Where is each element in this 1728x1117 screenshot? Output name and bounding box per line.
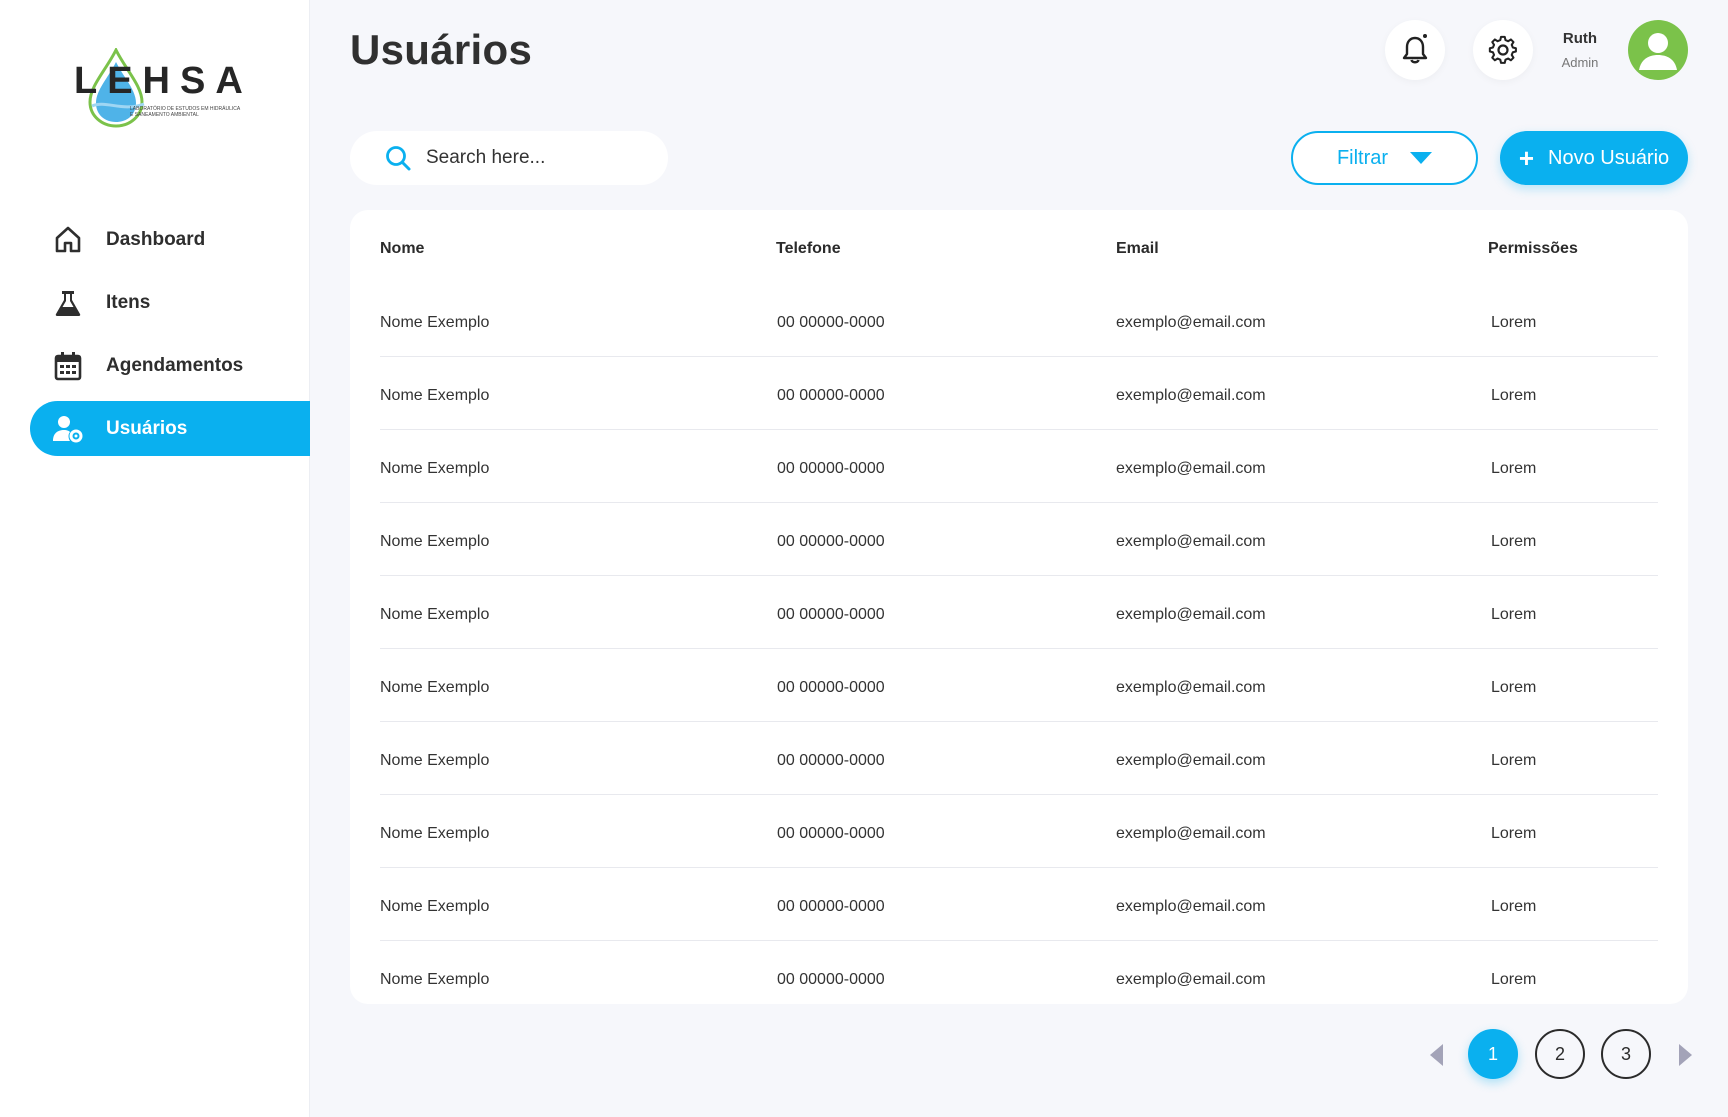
- table-row[interactable]: Nome Exemplo 00 00000-0000 exemplo@email…: [380, 284, 1658, 357]
- cell-telefone: 00 00000-0000: [777, 898, 885, 915]
- sidebar-item-label: Dashboard: [106, 228, 206, 250]
- cell-nome: Nome Exemplo: [380, 314, 490, 331]
- home-icon: [52, 224, 84, 256]
- next-page-icon[interactable]: [1679, 1044, 1692, 1066]
- cell-telefone: 00 00000-0000: [777, 460, 885, 477]
- cell-nome: Nome Exemplo: [380, 460, 490, 477]
- column-header-nome[interactable]: Nome: [380, 240, 424, 258]
- table-row[interactable]: Nome Exemplo 00 00000-0000 exemplo@email…: [380, 868, 1658, 941]
- cell-telefone: 00 00000-0000: [777, 533, 885, 550]
- notification-dot: [1421, 32, 1429, 40]
- filter-button[interactable]: Filtrar: [1291, 131, 1478, 185]
- flask-icon: [52, 287, 84, 319]
- avatar[interactable]: [1628, 20, 1688, 80]
- cell-email: exemplo@email.com: [1116, 898, 1266, 915]
- cell-permissoes: Lorem: [1491, 314, 1537, 331]
- table-row[interactable]: Nome Exemplo 00 00000-0000 exemplo@email…: [380, 503, 1658, 576]
- cell-email: exemplo@email.com: [1116, 679, 1266, 696]
- cell-nome: Nome Exemplo: [380, 679, 490, 696]
- cell-email: exemplo@email.com: [1116, 533, 1266, 550]
- cell-permissoes: Lorem: [1491, 460, 1537, 477]
- cell-nome: Nome Exemplo: [380, 387, 490, 404]
- cell-email: exemplo@email.com: [1116, 387, 1266, 404]
- search-input[interactable]: [426, 147, 646, 169]
- user-role: Admin: [1561, 55, 1599, 70]
- cell-telefone: 00 00000-0000: [777, 679, 885, 696]
- cell-telefone: 00 00000-0000: [777, 971, 885, 988]
- logo-subtitle: LABORATÓRIO DE ESTUDOS EM HIDRÁULICA E S…: [130, 106, 240, 118]
- lehsa-logo[interactable]: LEHSA LABORATÓRIO DE ESTUDOS EM HIDRÁULI…: [74, 48, 244, 130]
- cell-email: exemplo@email.com: [1116, 752, 1266, 769]
- cell-nome: Nome Exemplo: [380, 606, 490, 623]
- cell-nome: Nome Exemplo: [380, 533, 490, 550]
- sidebar-nav: Dashboard Itens Agendamentos Usuários: [30, 212, 310, 464]
- user-gear-icon: [52, 413, 84, 445]
- cell-nome: Nome Exemplo: [380, 752, 490, 769]
- plus-icon: +: [1518, 143, 1534, 173]
- cell-telefone: 00 00000-0000: [777, 752, 885, 769]
- table-row[interactable]: Nome Exemplo 00 00000-0000 exemplo@email…: [380, 430, 1658, 503]
- cell-permissoes: Lorem: [1491, 971, 1537, 988]
- cell-nome: Nome Exemplo: [380, 971, 490, 988]
- column-header-permissoes[interactable]: Permissões: [1488, 240, 1578, 258]
- column-header-email[interactable]: Email: [1116, 240, 1159, 258]
- column-header-telefone[interactable]: Telefone: [776, 240, 841, 258]
- new-user-button[interactable]: + Novo Usuário: [1500, 131, 1688, 185]
- sidebar-item-label: Agendamentos: [106, 354, 244, 376]
- table-row[interactable]: Nome Exemplo 00 00000-0000 exemplo@email…: [380, 649, 1658, 722]
- cell-email: exemplo@email.com: [1116, 314, 1266, 331]
- notifications-button[interactable]: [1385, 20, 1445, 80]
- settings-button[interactable]: [1473, 20, 1533, 80]
- sidebar-item-label: Usuários: [106, 417, 188, 439]
- table-row[interactable]: Nome Exemplo 00 00000-0000 exemplo@email…: [380, 357, 1658, 430]
- cell-telefone: 00 00000-0000: [777, 314, 885, 331]
- page-button-1[interactable]: 1: [1468, 1029, 1518, 1079]
- sidebar-item-usuarios[interactable]: Usuários: [30, 401, 310, 456]
- search-box[interactable]: [350, 131, 668, 185]
- filter-label: Filtrar: [1336, 146, 1389, 169]
- cell-permissoes: Lorem: [1491, 387, 1537, 404]
- sidebar: LEHSA LABORATÓRIO DE ESTUDOS EM HIDRÁULI…: [0, 0, 310, 1117]
- cell-email: exemplo@email.com: [1116, 606, 1266, 623]
- cell-permissoes: Lorem: [1491, 752, 1537, 769]
- sidebar-item-agendamentos[interactable]: Agendamentos: [30, 338, 310, 393]
- table-row[interactable]: Nome Exemplo 00 00000-0000 exemplo@email…: [380, 941, 1658, 1014]
- table-row[interactable]: Nome Exemplo 00 00000-0000 exemplo@email…: [380, 576, 1658, 649]
- cell-permissoes: Lorem: [1491, 898, 1537, 915]
- cell-permissoes: Lorem: [1491, 606, 1537, 623]
- cell-nome: Nome Exemplo: [380, 825, 490, 842]
- cell-nome: Nome Exemplo: [380, 898, 490, 915]
- logo-text: LEHSA: [74, 60, 253, 102]
- cell-telefone: 00 00000-0000: [777, 387, 885, 404]
- page-title: Usuários: [350, 26, 533, 73]
- page-button-3[interactable]: 3: [1601, 1029, 1651, 1079]
- cell-email: exemplo@email.com: [1116, 825, 1266, 842]
- caret-down-icon: [1410, 152, 1433, 164]
- cell-telefone: 00 00000-0000: [777, 825, 885, 842]
- new-user-label: Novo Usuário: [1548, 146, 1670, 169]
- table-row[interactable]: Nome Exemplo 00 00000-0000 exemplo@email…: [380, 722, 1658, 795]
- sidebar-item-itens[interactable]: Itens: [30, 275, 310, 330]
- user-name: Ruth: [1562, 30, 1598, 47]
- user-avatar-icon: [1639, 33, 1677, 70]
- cell-permissoes: Lorem: [1491, 825, 1537, 842]
- cell-email: exemplo@email.com: [1116, 460, 1266, 477]
- cell-permissoes: Lorem: [1491, 533, 1537, 550]
- sidebar-item-label: Itens: [106, 291, 151, 313]
- search-icon: [386, 146, 411, 171]
- cell-permissoes: Lorem: [1491, 679, 1537, 696]
- previous-page-icon[interactable]: [1430, 1044, 1443, 1066]
- cell-email: exemplo@email.com: [1116, 971, 1266, 988]
- table-row[interactable]: Nome Exemplo 00 00000-0000 exemplo@email…: [380, 795, 1658, 868]
- cell-telefone: 00 00000-0000: [777, 606, 885, 623]
- sidebar-item-dashboard[interactable]: Dashboard: [30, 212, 310, 267]
- table-body: Nome Exemplo 00 00000-0000 exemplo@email…: [380, 284, 1658, 1014]
- gear-icon: [1488, 35, 1517, 64]
- page-button-2[interactable]: 2: [1535, 1029, 1585, 1079]
- calendar-icon: [52, 350, 84, 382]
